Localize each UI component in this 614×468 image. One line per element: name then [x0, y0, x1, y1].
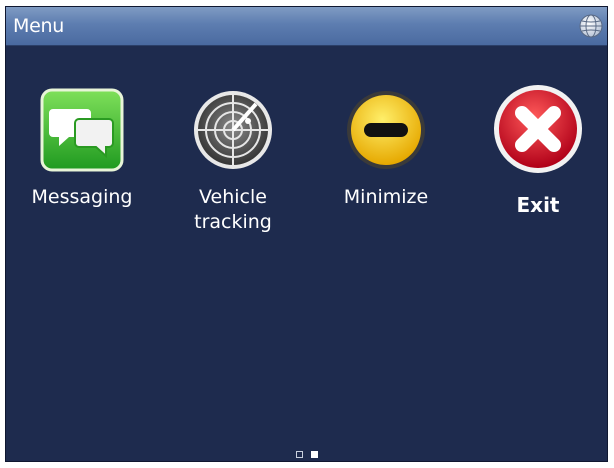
menu-item-label: Minimize: [343, 186, 429, 208]
menu-item-vehicle-tracking[interactable]: Vehicle tracking: [163, 87, 303, 247]
radar-icon: [194, 91, 272, 169]
page-dot-1[interactable]: [295, 451, 303, 458]
page-dot-2-current[interactable]: [310, 451, 318, 458]
exit-icon: [494, 85, 582, 173]
window-title: Menu: [13, 15, 64, 37]
menu-item-label: Messaging: [31, 186, 133, 208]
menu-item-label: Exit: [516, 193, 560, 217]
globe-icon[interactable]: [578, 13, 604, 39]
title-bar: Menu: [6, 7, 607, 46]
menu-item-minimize[interactable]: Minimize: [316, 87, 456, 247]
page-indicator: [6, 451, 607, 458]
menu-item-label: Vehicle tracking: [194, 186, 272, 233]
minimize-icon: [347, 91, 425, 169]
menu-item-messaging[interactable]: Messaging: [12, 87, 152, 247]
menu-screen: Menu Messaging Vehicle tracking Minimize…: [5, 6, 608, 462]
messaging-icon: [40, 88, 124, 172]
menu-item-exit[interactable]: Exit: [468, 85, 607, 247]
